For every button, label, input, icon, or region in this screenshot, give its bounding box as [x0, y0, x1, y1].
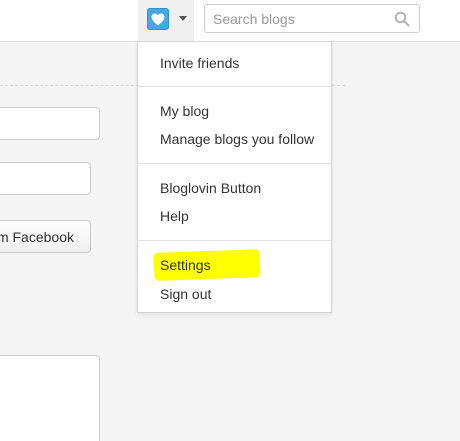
menu-item-label: Bloglovin Button — [160, 180, 262, 196]
search-icon[interactable] — [394, 11, 410, 27]
facebook-button-label: m Facebook — [0, 228, 74, 245]
text-field[interactable] — [0, 107, 100, 140]
menu-item-settings[interactable]: Settings — [153, 249, 261, 281]
menu-item-label: Settings — [160, 257, 211, 273]
account-dropdown-menu: Invite friends My blog Manage blogs you … — [137, 41, 332, 313]
search-input[interactable] — [205, 5, 390, 32]
heart-icon — [147, 8, 169, 30]
menu-item-help[interactable]: Help — [160, 208, 189, 224]
chevron-down-icon — [179, 16, 187, 21]
menu-divider — [138, 86, 331, 87]
menu-item-my-blog[interactable]: My blog — [160, 103, 209, 119]
account-menu-toggle[interactable] — [138, 0, 194, 42]
menu-item-manage-blogs[interactable]: Manage blogs you follow — [160, 131, 314, 147]
menu-item-label: My blog — [160, 103, 210, 119]
top-navigation-bar — [0, 0, 460, 42]
menu-item-label: Manage blogs you follow — [160, 131, 315, 147]
menu-item-label: Invite friends — [160, 55, 240, 71]
menu-divider — [138, 240, 331, 241]
menu-divider — [138, 163, 331, 164]
menu-item-sign-out[interactable]: Sign out — [160, 286, 211, 302]
menu-item-label: Sign out — [160, 286, 212, 302]
text-field[interactable] — [0, 162, 91, 195]
menu-item-bloglovin-button[interactable]: Bloglovin Button — [160, 180, 261, 196]
import-from-facebook-button[interactable]: m Facebook — [0, 220, 91, 253]
menu-item-label: Help — [160, 208, 189, 224]
menu-item-invite-friends[interactable]: Invite friends — [160, 55, 239, 71]
text-area[interactable] — [0, 355, 100, 441]
search-box — [204, 4, 420, 33]
